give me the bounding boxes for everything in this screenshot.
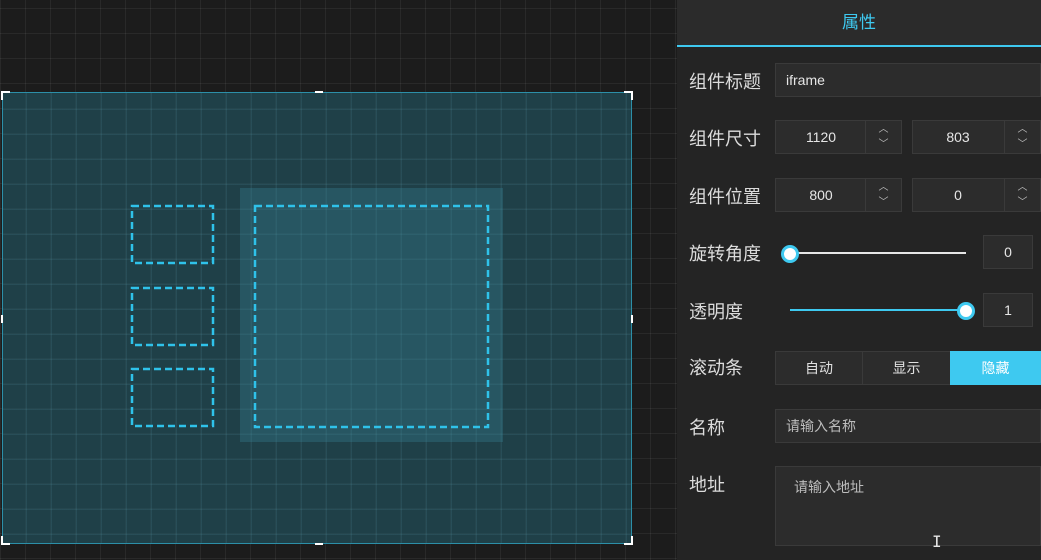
resize-handle-right[interactable] xyxy=(631,315,633,323)
scrollbar-label: 滚动条 xyxy=(689,358,743,379)
opacity-value-box[interactable]: 1 xyxy=(983,293,1033,327)
chevron-up-icon[interactable]: ︿ xyxy=(866,180,901,195)
i-beam-cursor-icon: I xyxy=(932,532,942,551)
row-component-size: 组件尺寸 1120 ︿ ﹀ 803 ︿ ﹀ xyxy=(677,120,1041,154)
chevron-down-icon[interactable]: ﹀ xyxy=(1005,137,1040,152)
size-height-value: 803 xyxy=(946,129,970,145)
iframe-placeholder-icon xyxy=(130,188,503,442)
position-y-stepper[interactable]: 0 ︿ ﹀ xyxy=(912,178,1041,212)
component-title-value: iframe xyxy=(786,72,825,88)
chevron-down-icon[interactable]: ﹀ xyxy=(866,195,901,210)
chevron-up-icon[interactable]: ︿ xyxy=(1005,180,1040,195)
chevron-down-icon[interactable]: ﹀ xyxy=(866,137,901,152)
chevron-up-icon[interactable]: ︿ xyxy=(1005,122,1040,137)
resize-handle-bottom-right[interactable] xyxy=(624,536,633,545)
size-height-stepper[interactable]: 803 ︿ ﹀ xyxy=(912,120,1041,154)
resize-handle-bottom-left[interactable] xyxy=(1,536,10,545)
name-placeholder: 请输入名称 xyxy=(786,418,856,434)
rotation-label: 旋转角度 xyxy=(689,244,761,265)
scrollbar-option-hide[interactable]: 隐藏 xyxy=(950,351,1041,385)
rotation-value-box[interactable]: 0 xyxy=(983,235,1033,269)
opacity-slider-thumb[interactable] xyxy=(957,302,975,320)
name-label: 名称 xyxy=(689,418,725,439)
resize-handle-top-right[interactable] xyxy=(624,91,633,100)
rotation-slider-thumb[interactable] xyxy=(781,245,799,263)
rotation-slider-track[interactable] xyxy=(790,252,966,254)
component-title-input[interactable]: iframe xyxy=(775,63,1041,97)
opacity-label: 透明度 xyxy=(689,302,743,323)
size-width-stepper-controls: ︿ ﹀ xyxy=(865,121,901,153)
name-input[interactable]: 请输入名称 xyxy=(775,409,1041,443)
component-position-label: 组件位置 xyxy=(689,187,761,208)
component-size-label: 组件尺寸 xyxy=(689,129,761,150)
address-textarea[interactable]: 请输入地址 xyxy=(775,466,1041,546)
row-opacity: 透明度 1 xyxy=(677,293,1041,327)
row-address: 地址 请输入地址 xyxy=(677,466,1041,548)
scrollbar-option-auto[interactable]: 自动 xyxy=(775,351,863,385)
row-scrollbar: 滚动条 自动 显示 隐藏 xyxy=(677,351,1041,385)
resize-handle-top[interactable] xyxy=(315,91,323,93)
opacity-value: 1 xyxy=(1004,302,1012,318)
row-name: 名称 请输入名称 xyxy=(677,409,1041,443)
address-label: 地址 xyxy=(689,475,725,496)
resize-handle-left[interactable] xyxy=(1,315,3,323)
position-x-value: 800 xyxy=(809,187,833,203)
size-width-value: 1120 xyxy=(805,129,837,145)
opacity-slider-fill xyxy=(790,309,966,311)
iframe-component[interactable] xyxy=(1,91,633,545)
row-component-title: 组件标题 iframe xyxy=(677,63,1041,97)
address-placeholder: 请输入地址 xyxy=(794,480,864,496)
resize-handle-top-left[interactable] xyxy=(1,91,10,100)
scrollbar-option-show[interactable]: 显示 xyxy=(862,351,951,385)
editor-root: 属性 组件标题 iframe 组件尺寸 1120 ︿ ﹀ 803 ︿ ﹀ 组件位… xyxy=(0,0,1041,560)
position-y-stepper-controls: ︿ ﹀ xyxy=(1004,179,1040,211)
chevron-down-icon[interactable]: ﹀ xyxy=(1005,195,1040,210)
rotation-value: 0 xyxy=(1004,244,1012,260)
row-component-position: 组件位置 800 ︿ ﹀ 0 ︿ ﹀ xyxy=(677,178,1041,212)
position-x-stepper-controls: ︿ ﹀ xyxy=(865,179,901,211)
size-width-stepper[interactable]: 1120 ︿ ﹀ xyxy=(775,120,902,154)
position-x-stepper[interactable]: 800 ︿ ﹀ xyxy=(775,178,902,212)
property-panel: 属性 组件标题 iframe 组件尺寸 1120 ︿ ﹀ 803 ︿ ﹀ 组件位… xyxy=(677,0,1041,560)
component-title-label: 组件标题 xyxy=(689,72,761,93)
resize-handle-bottom[interactable] xyxy=(315,543,323,545)
row-rotation: 旋转角度 0 xyxy=(677,235,1041,269)
size-height-stepper-controls: ︿ ﹀ xyxy=(1004,121,1040,153)
position-y-value: 0 xyxy=(954,187,962,203)
panel-tab-properties[interactable]: 属性 xyxy=(677,0,1041,47)
design-canvas[interactable] xyxy=(0,0,677,560)
chevron-up-icon[interactable]: ︿ xyxy=(866,122,901,137)
